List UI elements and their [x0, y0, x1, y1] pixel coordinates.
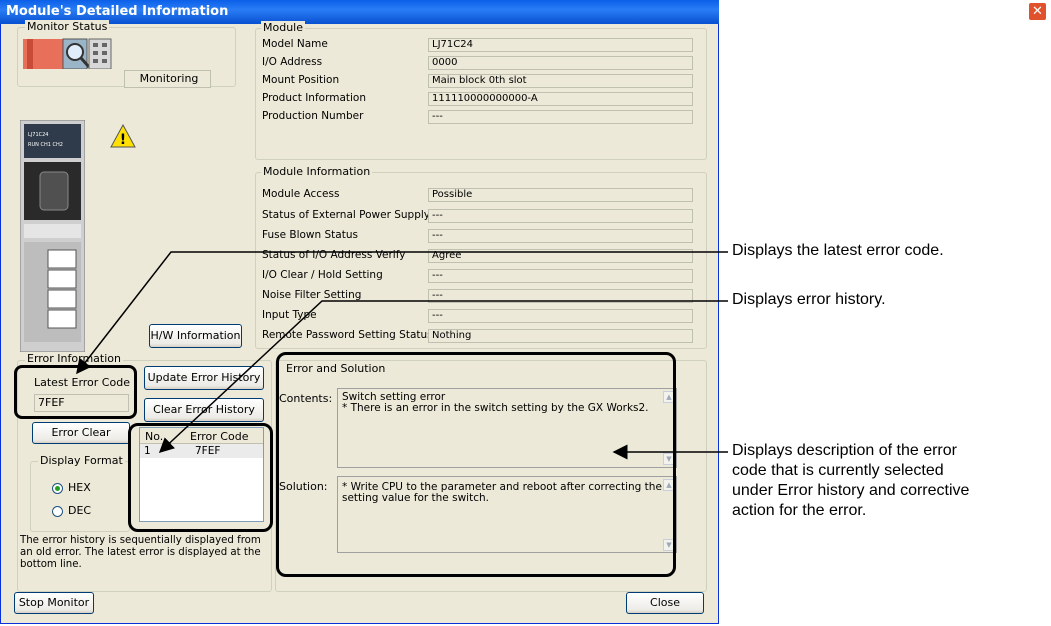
- annotation-lines: [76, 251, 728, 460]
- annotation-latest-error: Displays the latest error code.: [732, 242, 944, 259]
- annotation-description-line3: under Error history and corrective: [732, 482, 970, 499]
- annotation-history: Displays error history.: [732, 291, 886, 308]
- annotation-description-line2: code that is currently selected: [732, 462, 944, 479]
- annotation-description-line1: Displays description of the error: [732, 442, 957, 459]
- annotation-description-line4: action for the error.: [732, 502, 867, 519]
